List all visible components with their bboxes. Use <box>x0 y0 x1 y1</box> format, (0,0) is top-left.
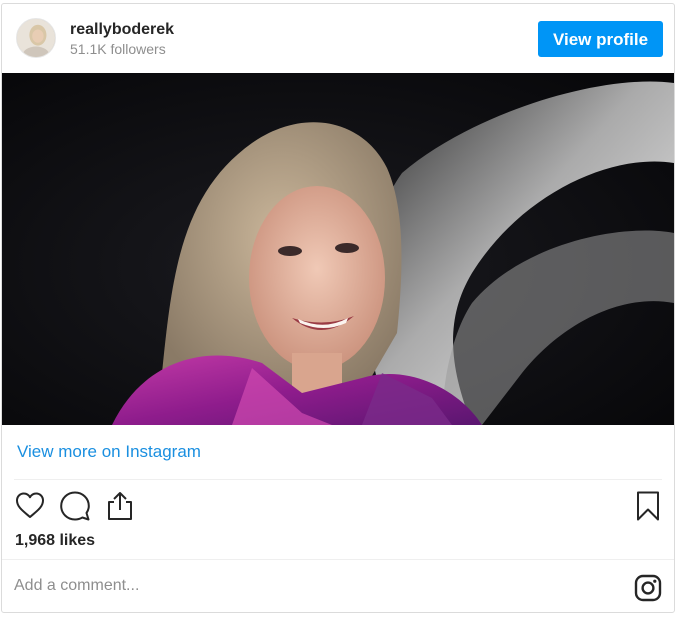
speech-bubble-icon[interactable] <box>59 490 91 522</box>
avatar-image <box>17 19 55 57</box>
share-icon[interactable] <box>104 490 136 522</box>
view-more-link[interactable]: View more on Instagram <box>17 442 201 462</box>
like-count: 1,968 likes <box>15 532 96 549</box>
post-header: reallyboderek 51.1K followers View profi… <box>2 4 674 73</box>
heart-icon[interactable] <box>14 490 46 522</box>
instagram-logo-icon[interactable] <box>634 574 662 602</box>
bookmark-icon[interactable] <box>632 490 664 522</box>
post-photo <box>2 73 674 425</box>
username[interactable]: reallyboderek <box>70 21 174 39</box>
action-bar <box>2 488 674 524</box>
instagram-embed-card: reallyboderek 51.1K followers View profi… <box>1 3 675 613</box>
avatar[interactable] <box>16 18 56 58</box>
post-image[interactable] <box>2 73 674 425</box>
view-profile-button[interactable]: View profile <box>538 21 663 57</box>
comment-input[interactable] <box>14 572 614 600</box>
divider <box>2 559 674 560</box>
follower-count: 51.1K followers <box>70 41 166 57</box>
divider <box>14 479 662 480</box>
